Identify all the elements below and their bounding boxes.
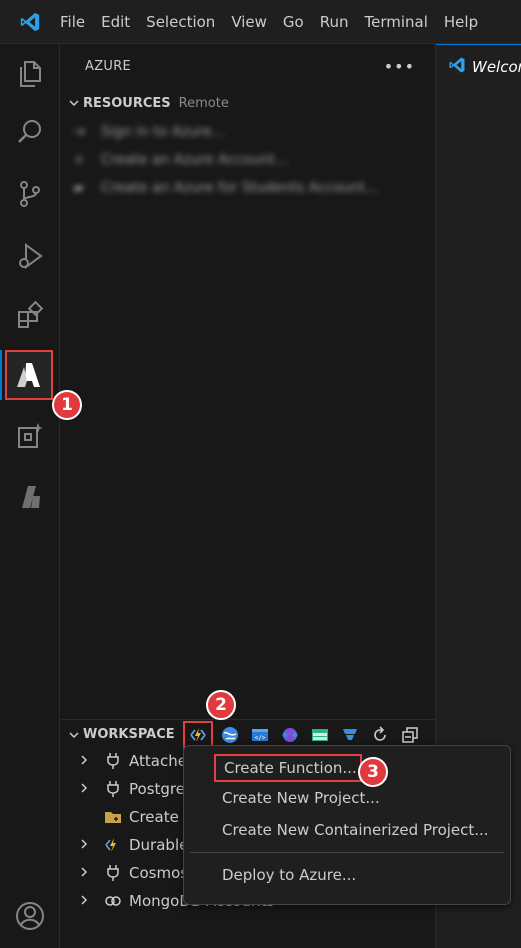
collapse-all-icon[interactable] bbox=[397, 722, 423, 748]
menu-view[interactable]: View bbox=[223, 0, 275, 44]
chevron-right-icon bbox=[79, 864, 101, 882]
svg-text:</>: </> bbox=[254, 734, 265, 741]
active-indicator bbox=[0, 350, 2, 400]
chevron-right-icon bbox=[79, 780, 101, 798]
chevron-right-icon bbox=[79, 892, 101, 910]
azure-icon[interactable] bbox=[5, 350, 53, 400]
menu-run[interactable]: Run bbox=[312, 0, 357, 44]
chevron-right-icon bbox=[79, 836, 101, 854]
context-menu: Create Function... Create New Project...… bbox=[183, 745, 511, 905]
create-account-item[interactable]: + Create an Azure Account... bbox=[61, 146, 435, 174]
chevron-down-icon bbox=[65, 97, 83, 109]
resources-section-header[interactable]: RESOURCES Remote bbox=[61, 88, 435, 118]
step-badge-2: 2 bbox=[206, 690, 236, 720]
activity-bar: 1 bbox=[0, 44, 60, 948]
sign-in-label: Sign in to Azure... bbox=[101, 124, 225, 140]
resources-description: Remote bbox=[178, 95, 229, 111]
deploy-to-azure-menu-item[interactable]: Deploy to Azure... bbox=[190, 859, 504, 891]
menu-edit[interactable]: Edit bbox=[93, 0, 138, 44]
plug-icon bbox=[101, 864, 125, 882]
menu-terminal[interactable]: Terminal bbox=[357, 0, 436, 44]
workspace-item-label: Create bbox=[129, 808, 179, 826]
extensions-icon[interactable] bbox=[0, 286, 60, 346]
step-badge-3: 3 bbox=[358, 757, 388, 787]
static-web-app-icon[interactable]: </> bbox=[247, 722, 273, 748]
search-icon[interactable] bbox=[0, 102, 60, 162]
ai-toolkit-icon[interactable] bbox=[0, 406, 60, 466]
durable-functions-icon bbox=[101, 836, 125, 854]
create-account-label: Create an Azure Account... bbox=[101, 152, 289, 168]
logic-app-icon[interactable] bbox=[277, 722, 303, 748]
menu-help[interactable]: Help bbox=[436, 0, 486, 44]
create-containerized-project-menu-item[interactable]: Create New Containerized Project... bbox=[190, 814, 504, 846]
chevron-down-icon bbox=[65, 729, 83, 741]
workspace-item-label: Durable bbox=[129, 836, 189, 854]
workspace-item-label: Cosmos bbox=[129, 864, 189, 882]
source-control-icon[interactable] bbox=[0, 164, 60, 224]
plug-icon bbox=[101, 780, 125, 798]
menu-selection[interactable]: Selection bbox=[138, 0, 223, 44]
chevron-right-icon bbox=[79, 752, 101, 770]
vscode-logo-icon bbox=[0, 0, 60, 44]
menu-go[interactable]: Go bbox=[275, 0, 312, 44]
title-bar: File Edit Selection View Go Run Terminal… bbox=[0, 0, 521, 44]
storage-account-icon[interactable] bbox=[307, 722, 333, 748]
azure-ai-icon[interactable] bbox=[0, 466, 60, 526]
plus-icon: + bbox=[73, 152, 85, 168]
mortarboard-icon: ▰ bbox=[73, 180, 84, 196]
create-student-account-label: Create an Azure for Students Account... bbox=[101, 180, 379, 196]
run-debug-icon[interactable] bbox=[0, 226, 60, 286]
refresh-icon[interactable] bbox=[367, 722, 393, 748]
azure-globe-icon[interactable] bbox=[217, 722, 243, 748]
vscode-tab-icon bbox=[448, 56, 466, 78]
create-function-menu-item[interactable]: Create Function... bbox=[214, 754, 362, 782]
sidebar-header: AZURE ••• bbox=[61, 44, 435, 88]
plug-icon bbox=[101, 752, 125, 770]
menu-separator bbox=[190, 852, 504, 853]
new-folder-icon bbox=[101, 809, 125, 825]
create-student-account-item[interactable]: ▰ Create an Azure for Students Account..… bbox=[61, 174, 435, 202]
tab-label: Welcome bbox=[472, 57, 521, 76]
sign-in-icon: ⇥ bbox=[73, 124, 85, 140]
menu-file[interactable]: File bbox=[60, 0, 93, 44]
workspace-label: WORKSPACE bbox=[83, 727, 175, 742]
explorer-icon[interactable] bbox=[0, 44, 60, 104]
sidebar-title: AZURE bbox=[85, 58, 132, 74]
step-badge-1: 1 bbox=[52, 390, 82, 420]
link-icon bbox=[101, 894, 125, 908]
create-new-project-menu-item[interactable]: Create New Project... bbox=[190, 782, 504, 814]
more-actions-icon[interactable]: ••• bbox=[384, 57, 415, 76]
tab-welcome[interactable]: Welcome bbox=[436, 44, 521, 88]
container-app-icon[interactable] bbox=[337, 722, 363, 748]
sign-in-item[interactable]: ⇥ Sign in to Azure... bbox=[61, 118, 435, 146]
account-icon[interactable] bbox=[0, 886, 60, 946]
menu-bar: File Edit Selection View Go Run Terminal… bbox=[60, 0, 486, 44]
resources-label: RESOURCES bbox=[83, 95, 171, 111]
